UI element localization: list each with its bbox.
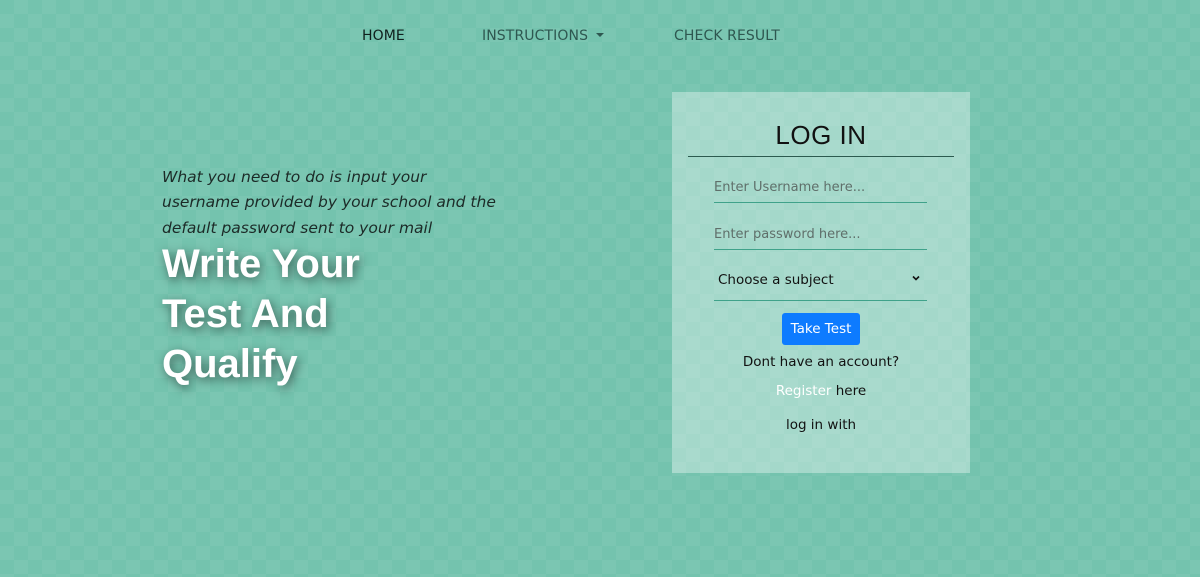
title-divider: [688, 156, 954, 157]
hero-line-1: Write Your: [162, 242, 360, 286]
login-with-text: log in with: [785, 417, 857, 433]
register-suffix: here: [831, 383, 867, 399]
hero-line-2: Test And: [162, 292, 329, 336]
username-input[interactable]: [714, 172, 927, 203]
caret-down-icon: [596, 33, 605, 37]
chevron-down-icon: [912, 275, 920, 281]
nav-home[interactable]: HOME: [362, 28, 405, 44]
register-link[interactable]: Register: [776, 383, 832, 399]
login-title: LOG IN: [775, 120, 867, 150]
hero-line-3: Qualify: [162, 342, 298, 386]
nav-instructions-label: INSTRUCTIONS: [482, 28, 589, 44]
register-line: Register here: [672, 383, 970, 399]
subject-select-value: Choose a subject: [718, 272, 834, 288]
login-card: LOG IN Choose a subject Take Test Dont h…: [672, 92, 970, 473]
nav-instructions-dropdown[interactable]: INSTRUCTIONS: [482, 28, 605, 44]
intro-text: What you need to do is input your userna…: [162, 167, 496, 237]
hero-heading: Write Your Test And Qualify: [162, 239, 422, 389]
top-navbar: HOME INSTRUCTIONS CHECK RESULT: [0, 28, 1200, 48]
nav-check-result[interactable]: CHECK RESULT: [674, 28, 780, 44]
no-account-text: Dont have an account?: [742, 354, 900, 370]
subject-select[interactable]: Choose a subject: [714, 264, 927, 301]
password-input[interactable]: [714, 219, 927, 250]
take-test-button[interactable]: Take Test: [782, 313, 860, 345]
